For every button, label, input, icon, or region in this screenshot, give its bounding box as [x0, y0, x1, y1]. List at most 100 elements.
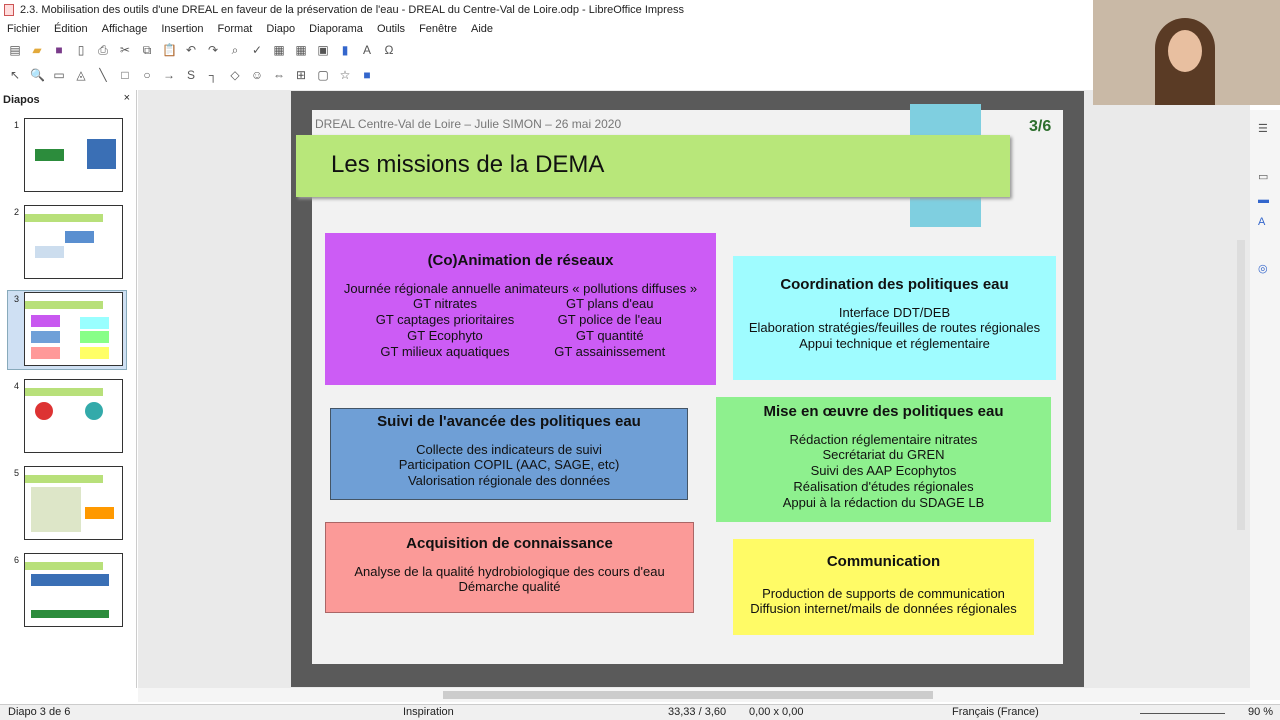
new-icon[interactable]: ▤	[8, 43, 22, 57]
copy-icon[interactable]: ⧉	[140, 43, 154, 58]
slide-thumbnail-4[interactable]	[24, 379, 123, 453]
object-size: 0,00 x 0,00	[749, 706, 804, 718]
save-icon[interactable]: ■	[52, 43, 66, 57]
box-line: Interface DDT/DEB	[838, 304, 951, 320]
slide-title[interactable]: Les missions de la DEMA	[331, 151, 604, 179]
box-line: Participation COPIL (AAC, SAGE, etc)	[398, 457, 620, 473]
sidebar-deck: ☰ ▭ ▬ A ◎	[1250, 110, 1280, 700]
menu-diaporama[interactable]: Diaporama	[309, 23, 363, 35]
horizontal-scrollbar[interactable]	[138, 688, 1250, 702]
smiley-icon[interactable]: ☺	[250, 68, 264, 82]
menu-insertion[interactable]: Insertion	[161, 23, 203, 35]
presenter-face	[1168, 30, 1202, 72]
3d-icon[interactable]: ■	[360, 68, 374, 82]
menu-affichage[interactable]: Affichage	[102, 23, 148, 35]
box-title: (Co)Animation de réseaux	[427, 252, 614, 269]
zoom-slider[interactable]	[1140, 713, 1225, 714]
slide-thumbnail-3[interactable]	[24, 292, 123, 366]
block-arrow-icon[interactable]: ⇔	[272, 68, 286, 82]
menu-fichier[interactable]: Fichier	[7, 23, 40, 35]
menu-format[interactable]: Format	[218, 23, 253, 35]
navigator-icon[interactable]: ◎	[1258, 262, 1268, 275]
star-icon[interactable]: ☆	[338, 68, 352, 82]
box-animation[interactable]: (Co)Animation de réseaux Journée régiona…	[325, 233, 716, 385]
slide-number: 1	[14, 120, 20, 130]
rectangle-icon[interactable]: □	[118, 68, 132, 82]
menu-outils[interactable]: Outils	[377, 23, 405, 35]
diamond-icon[interactable]: ◇	[228, 68, 242, 82]
grid-icon[interactable]: ▦	[272, 43, 286, 57]
print-icon[interactable]: ⎙	[96, 43, 110, 58]
export-pdf-icon[interactable]: ▯	[74, 43, 88, 57]
box-title: Mise en œuvre des politiques eau	[763, 403, 1004, 420]
cursor-position: 33,33 / 3,60	[668, 706, 727, 718]
box-line: GT captages prioritaires	[375, 312, 515, 328]
slide-thumbnail-5[interactable]	[24, 466, 123, 540]
connector-icon[interactable]: ┐	[206, 68, 220, 82]
zoom-icon[interactable]: 🔍	[30, 68, 45, 82]
redo-icon[interactable]: ↷	[206, 43, 220, 57]
undo-icon[interactable]: ↶	[184, 43, 198, 57]
chart-icon[interactable]: ▮	[338, 43, 352, 57]
box-line: Diffusion internet/mails de données régi…	[750, 601, 1017, 617]
slides-panel: Diapos × 1 2 3 4 5 6	[0, 90, 137, 688]
menu-aide[interactable]: Aide	[471, 23, 493, 35]
properties-icon[interactable]: ☰	[1258, 122, 1268, 135]
box-line: Analyse de la qualité hydrobiologique de…	[354, 563, 665, 579]
line-color-icon[interactable]: ▭	[52, 68, 66, 82]
arrow-icon[interactable]: →	[162, 68, 176, 82]
box-line: Suivi des AAP Ecophytos	[810, 463, 957, 479]
close-icon[interactable]: ×	[124, 92, 130, 104]
master-name: Inspiration	[403, 706, 454, 718]
animation-icon[interactable]: ▬	[1258, 194, 1269, 206]
slide-page-number: 3/6	[1029, 118, 1052, 135]
box-line: Rédaction réglementaire nitrates	[789, 431, 978, 447]
find-icon[interactable]: ⌕	[228, 43, 242, 58]
box-line: Production de supports de communication	[762, 585, 1005, 601]
curve-icon[interactable]: S	[184, 68, 198, 82]
slide-number: 6	[14, 555, 20, 565]
slide-thumbnail-6[interactable]	[24, 553, 123, 627]
box-line: Elaboration stratégies/feuilles de route…	[748, 320, 1041, 336]
styles-icon[interactable]: A	[1258, 216, 1265, 228]
flowchart-icon[interactable]: ⊞	[294, 68, 308, 82]
menu-bar: Fichier Édition Affichage Insertion Form…	[0, 20, 493, 38]
open-icon[interactable]: ▰	[30, 43, 44, 57]
zoom-level[interactable]: 90 %	[1248, 706, 1273, 718]
ellipse-icon[interactable]: ○	[140, 68, 154, 82]
language[interactable]: Français (France)	[952, 706, 1039, 718]
box-line: GT nitrates	[412, 296, 478, 312]
slide-number: 4	[14, 381, 20, 391]
box-communication[interactable]: Communication Production de supports de …	[733, 539, 1034, 635]
select-icon[interactable]: ↖	[8, 68, 22, 82]
special-char-icon[interactable]: Ω	[382, 43, 396, 57]
box-suivi[interactable]: Suivi de l'avancée des politiques eau Co…	[330, 408, 688, 500]
webcam-video	[1093, 0, 1280, 105]
box-acquisition[interactable]: Acquisition de connaissance Analyse de l…	[325, 522, 694, 613]
spellcheck-icon[interactable]: ✓	[250, 43, 264, 57]
fill-color-icon[interactable]: ◬	[74, 68, 88, 82]
callout-icon[interactable]: ▢	[316, 68, 330, 82]
slide-thumbnail-1[interactable]	[24, 118, 123, 192]
master-slides-icon[interactable]: ▭	[1258, 170, 1268, 183]
menu-fenetre[interactable]: Fenêtre	[419, 23, 457, 35]
menu-diapo[interactable]: Diapo	[266, 23, 295, 35]
menu-edition[interactable]: Édition	[54, 23, 88, 35]
line-icon[interactable]: ╲	[96, 68, 110, 82]
image-icon[interactable]: ▣	[316, 43, 330, 57]
box-coordination[interactable]: Coordination des politiques eau Interfac…	[733, 256, 1056, 380]
slide-thumbnail-2[interactable]	[24, 205, 123, 279]
box-line: Collecte des indicateurs de suivi	[416, 441, 602, 457]
vertical-scrollbar[interactable]	[1237, 240, 1245, 530]
box-title: Suivi de l'avancée des politiques eau	[377, 413, 641, 430]
table-icon[interactable]: ▦	[294, 43, 308, 57]
cut-icon[interactable]: ✂	[118, 43, 132, 57]
title-bar: 2.3. Mobilisation des outils d'une DREAL…	[0, 0, 1280, 20]
textbox-icon[interactable]: A	[360, 43, 374, 57]
box-line: Journée régionale annuelle animateurs « …	[343, 280, 698, 296]
box-line: Appui technique et réglementaire	[799, 336, 990, 352]
slide-number: 5	[14, 468, 20, 478]
standard-toolbar: ▤ ▰ ■ ▯ ⎙ ✂ ⧉ 📋 ↶ ↷ ⌕ ✓ ▦ ▦ ▣ ▮ A Ω	[0, 38, 1090, 62]
box-mise-en-oeuvre[interactable]: Mise en œuvre des politiques eau Rédacti…	[716, 397, 1051, 522]
paste-icon[interactable]: 📋	[162, 43, 177, 57]
